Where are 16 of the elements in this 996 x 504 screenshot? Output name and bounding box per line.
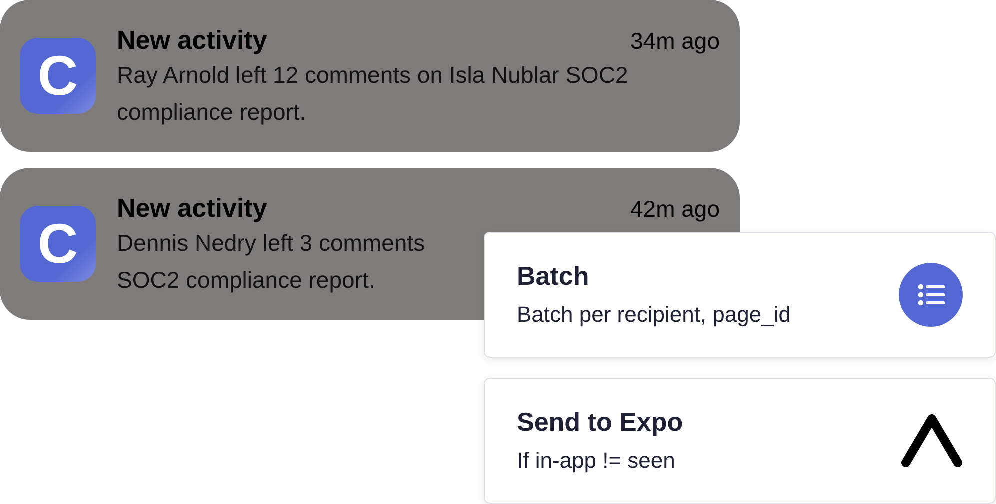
step-subtitle: Batch per recipient, page_id xyxy=(517,301,792,329)
notification-text: Dennis Nedry left 3 comments xyxy=(117,229,426,258)
step-title: Send to Expo xyxy=(517,406,684,439)
notification-text: compliance report. xyxy=(117,98,306,127)
notification-time: 42m ago xyxy=(630,195,720,224)
notification-title: New activity xyxy=(117,24,268,56)
notification-text: Ray Arnold left 12 comments on Isla Nublar SOC2 xyxy=(117,61,628,90)
notification-title: New activity xyxy=(117,192,268,224)
app-logo-icon: C xyxy=(20,38,96,114)
step-subtitle: If in-app != seen xyxy=(517,447,676,475)
step-title: Batch xyxy=(517,260,590,293)
notification-text: SOC2 compliance report. xyxy=(117,266,376,295)
app-logo-icon: C xyxy=(20,206,96,282)
caret-up-icon xyxy=(901,413,963,469)
list-icon xyxy=(899,263,963,327)
notification-time: 34m ago xyxy=(630,27,720,56)
